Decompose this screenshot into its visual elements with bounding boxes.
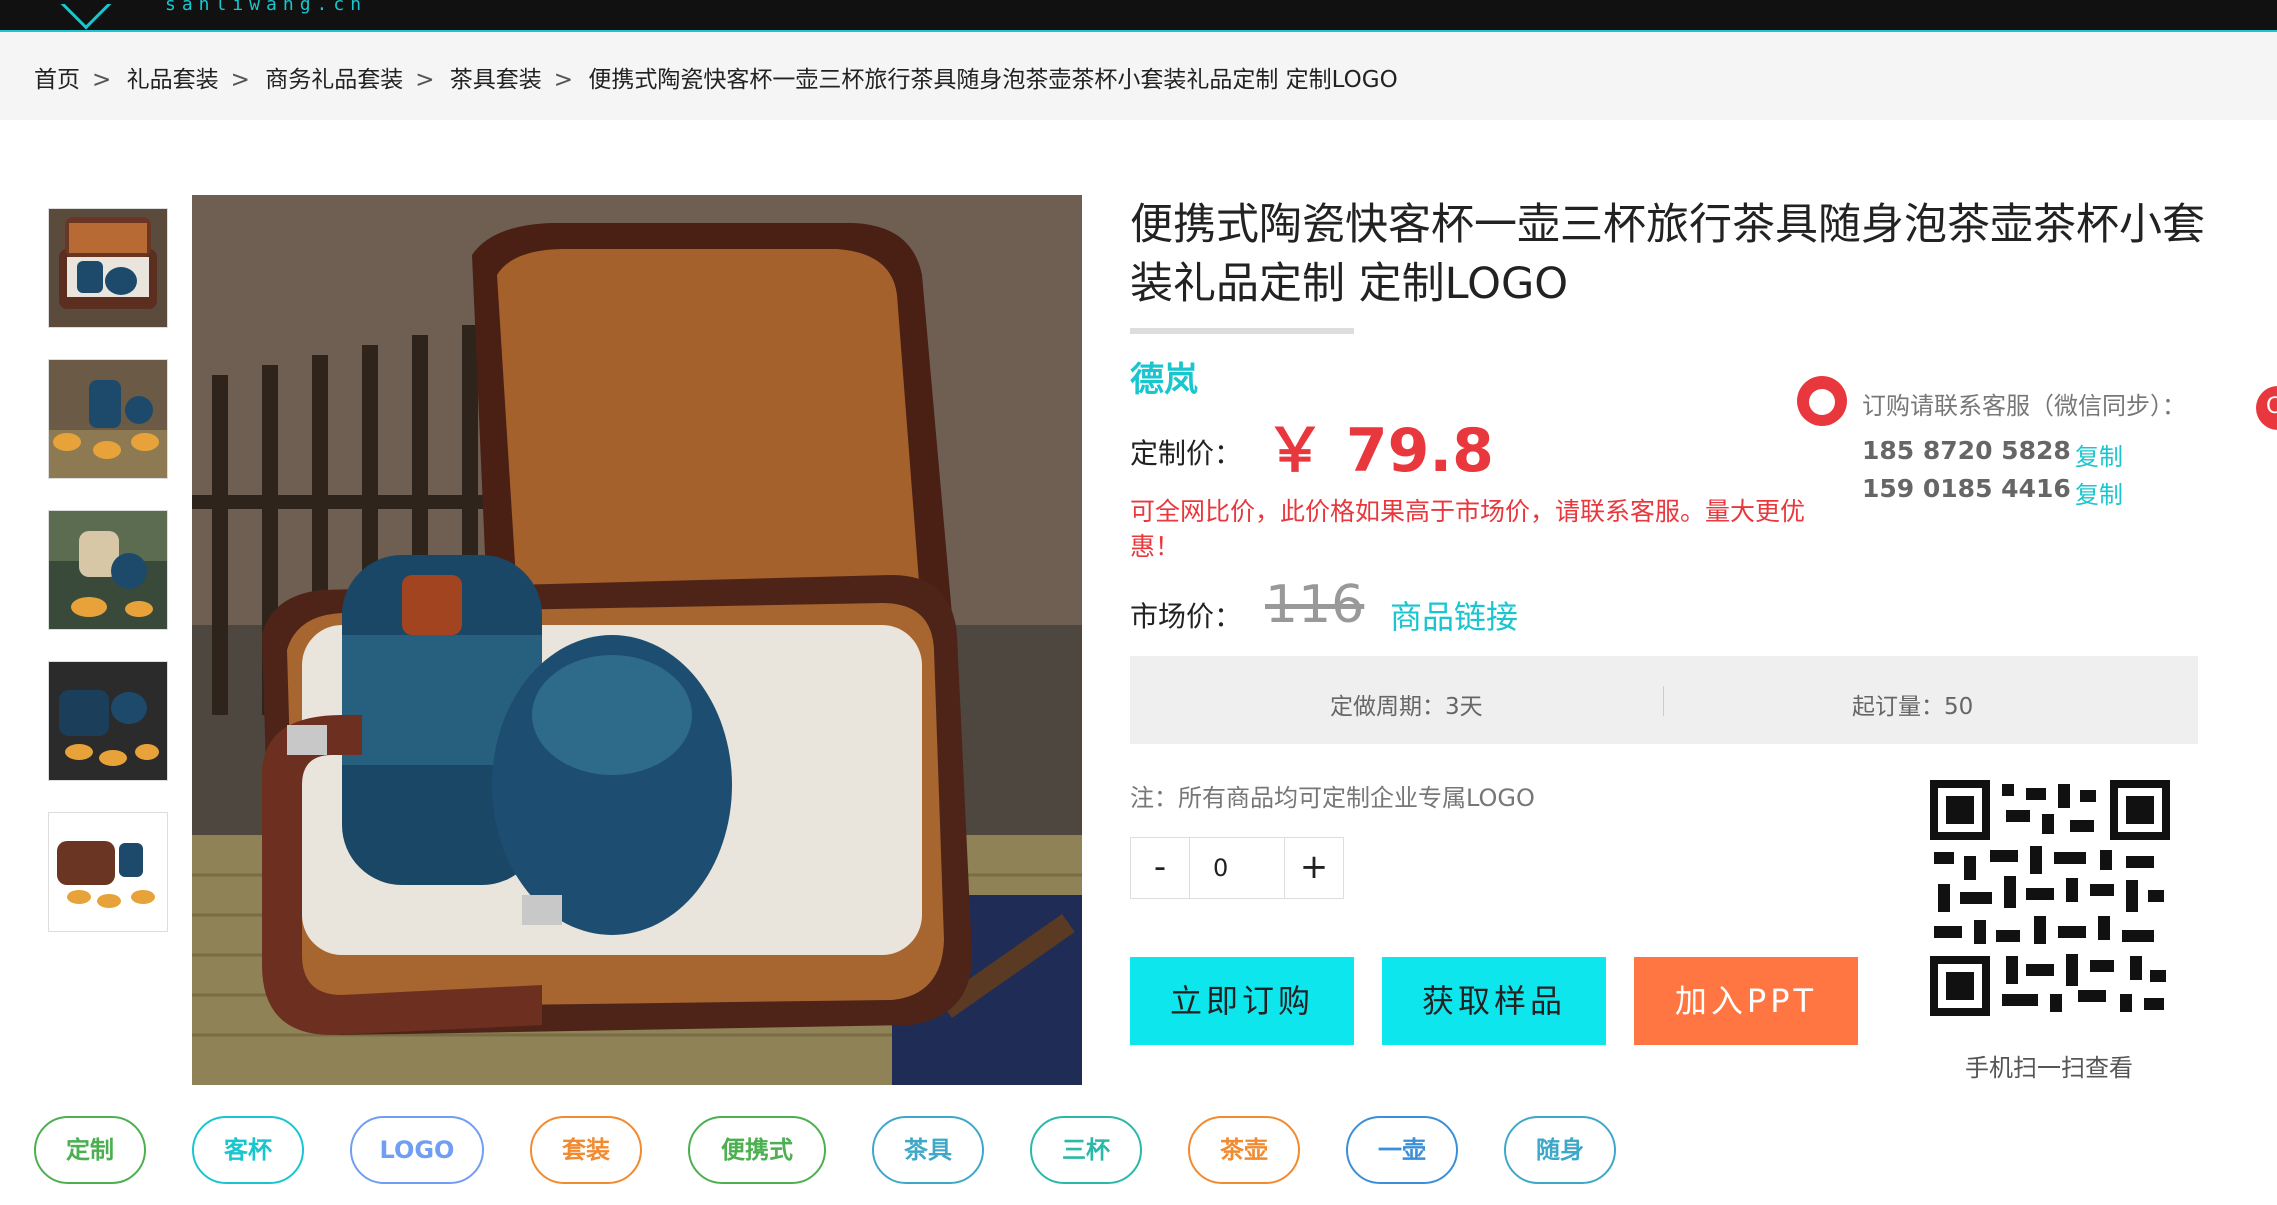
breadcrumb-separator: > xyxy=(92,67,112,93)
quantity-increase-button[interactable]: + xyxy=(1284,838,1343,898)
quantity-decrease-button[interactable]: - xyxy=(1131,838,1190,898)
breadcrumb-separator: > xyxy=(553,67,574,93)
top-header: sanliwang.cn xyxy=(0,0,2277,32)
minimum-order: 起订量：50 xyxy=(1852,694,1974,720)
tag-item[interactable]: 随身 xyxy=(1504,1116,1616,1184)
thumbnail-list xyxy=(48,208,168,963)
logo-customization-note: 注：所有商品均可定制企业专属LOGO xyxy=(1130,784,1535,812)
tag-item[interactable]: 一壶 xyxy=(1346,1116,1458,1184)
tag-item[interactable]: LOGO xyxy=(350,1116,484,1184)
side-button-icon: C xyxy=(2266,394,2277,419)
qr-code xyxy=(1930,780,2170,1016)
thumbnail-image xyxy=(49,813,167,931)
qr-code-icon xyxy=(1930,780,2170,1016)
tag-item[interactable]: 茶具 xyxy=(872,1116,984,1184)
tag-item[interactable]: 定制 xyxy=(34,1116,146,1184)
market-price: 116 xyxy=(1265,575,1365,635)
order-now-button[interactable]: 立即订购 xyxy=(1130,957,1354,1045)
site-logo-icon[interactable] xyxy=(60,0,112,30)
breadcrumb-current: 便携式陶瓷快客杯一壶三杯旅行茶具随身泡茶壶茶杯小套装礼品定制 定制LOGO xyxy=(588,67,1398,93)
quantity-input[interactable]: 0 xyxy=(1191,838,1283,898)
spec-bar xyxy=(1130,656,2198,744)
floating-side-button[interactable]: C xyxy=(2256,386,2277,430)
product-photo xyxy=(192,195,1082,1085)
thumbnail-2[interactable] xyxy=(48,359,168,479)
service-contact-text: 订购请联系客服（微信同步）： xyxy=(1862,392,2186,420)
title-divider xyxy=(1130,328,1354,334)
thumbnail-image xyxy=(49,209,167,327)
thumbnail-image xyxy=(49,662,167,780)
tag-item[interactable]: 三杯 xyxy=(1030,1116,1142,1184)
breadcrumb-tea-sets[interactable]: 茶具套装 xyxy=(450,67,542,93)
breadcrumb-business-gifts[interactable]: 商务礼品套装 xyxy=(265,67,403,93)
market-price-label: 市场价： xyxy=(1130,600,1243,633)
breadcrumb-separator: > xyxy=(415,67,435,93)
phone-number-2: 159 0185 4416 xyxy=(1862,474,2071,503)
thumbnail-1[interactable] xyxy=(48,208,168,328)
add-to-ppt-button[interactable]: 加入PPT xyxy=(1634,957,1858,1045)
tag-item[interactable]: 便携式 xyxy=(688,1116,826,1184)
phone-number-1: 185 8720 5828 xyxy=(1862,436,2071,465)
product-link[interactable]: 商品链接 xyxy=(1390,592,1518,638)
main-product-image[interactable] xyxy=(192,195,1082,1085)
breadcrumb-separator: > xyxy=(230,67,250,93)
product-title: 便携式陶瓷快客杯一壶三杯旅行茶具随身泡茶壶茶杯小套装礼品定制 定制LOGO xyxy=(1130,200,2205,309)
site-logo-subtitle: sanliwang.cn xyxy=(165,0,368,15)
get-sample-button[interactable]: 获取样品 xyxy=(1382,957,1606,1045)
brand-name[interactable]: 德岚 xyxy=(1130,352,1198,401)
tag-item[interactable]: 茶壶 xyxy=(1188,1116,1300,1184)
quantity-stepper: - 0 + xyxy=(1130,837,1344,899)
qr-caption: 手机扫一扫查看 xyxy=(1965,1054,2133,1082)
breadcrumb: 首页 > 礼品套装 > 商务礼品套装 > 茶具套装 > 便携式陶瓷快客杯一壶三杯旅行茶具… xyxy=(34,60,1402,94)
thumbnail-image xyxy=(49,511,167,629)
copy-phone-1-button[interactable]: 复制 xyxy=(2075,437,2123,472)
price-note: 可全网比价，此价格如果高于市场价，请联系客服。量大更优惠！ xyxy=(1130,497,1806,561)
production-cycle: 定做周期：3天 xyxy=(1330,694,1483,720)
custom-price-label: 定制价： xyxy=(1130,437,1243,470)
copy-phone-2-button[interactable]: 复制 xyxy=(2075,475,2123,510)
spec-divider xyxy=(1663,686,1664,716)
breadcrumb-gift-sets[interactable]: 礼品套装 xyxy=(127,67,219,93)
tag-item[interactable]: 套装 xyxy=(530,1116,642,1184)
customer-service-icon xyxy=(1797,376,1847,426)
tag-item[interactable]: 客杯 xyxy=(192,1116,304,1184)
thumbnail-5[interactable] xyxy=(48,812,168,932)
thumbnail-4[interactable] xyxy=(48,661,168,781)
breadcrumb-home[interactable]: 首页 xyxy=(34,67,80,93)
thumbnail-image xyxy=(49,360,167,478)
thumbnail-3[interactable] xyxy=(48,510,168,630)
custom-price: ￥ 79.8 xyxy=(1265,416,1494,486)
